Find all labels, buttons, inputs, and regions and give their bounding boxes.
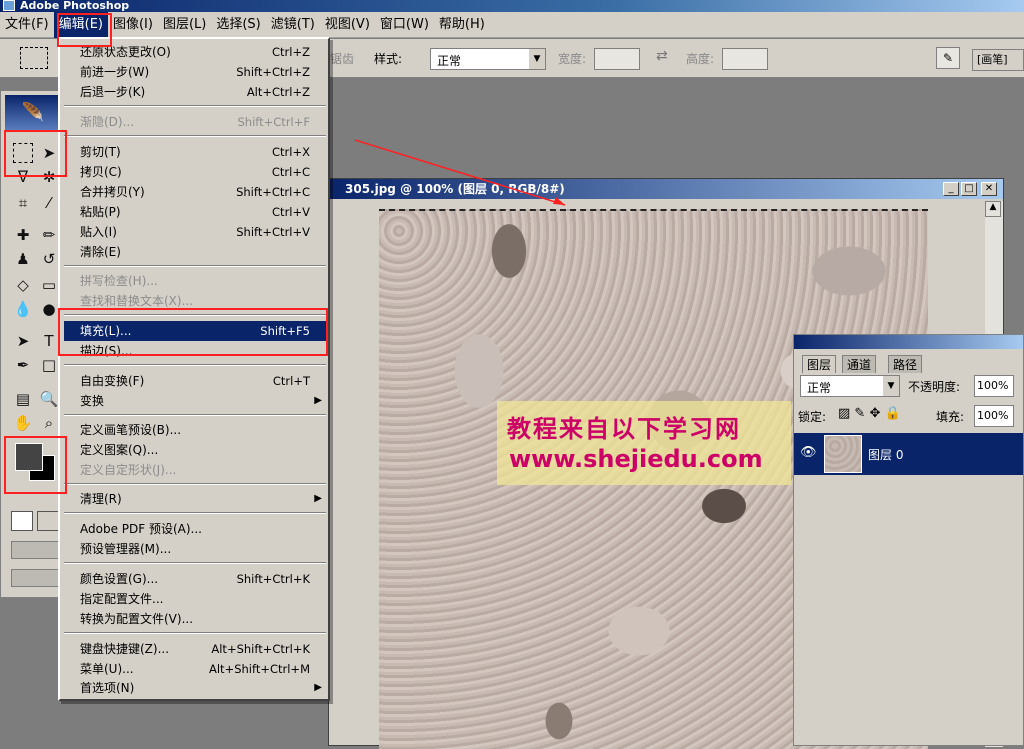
annotation-arrow [354, 139, 566, 206]
